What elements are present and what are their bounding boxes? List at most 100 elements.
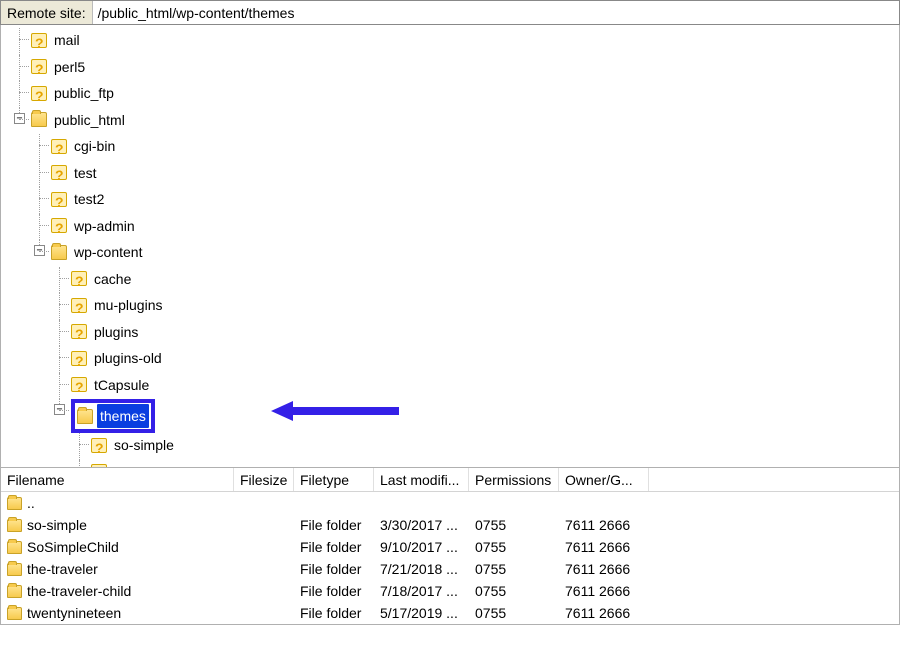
tree-item-tcapsule[interactable]: tCapsule xyxy=(71,373,152,397)
cell-owner: 7611 2666 xyxy=(559,561,649,577)
col-permissions[interactable]: Permissions xyxy=(469,468,559,491)
tree-item-label: mu-plugins xyxy=(91,293,165,317)
list-item[interactable]: the-traveler-child File folder7/18/2017 .… xyxy=(1,580,899,602)
unknown-icon xyxy=(71,324,87,339)
cell-type: File folder xyxy=(294,605,374,621)
tree-item-label: test2 xyxy=(71,187,107,211)
cell-type: File folder xyxy=(294,539,374,555)
folder-icon xyxy=(51,245,67,260)
tree-item-label: so-simple xyxy=(111,433,177,457)
list-item-label: twentynineteen xyxy=(27,605,121,621)
col-owner[interactable]: Owner/G... xyxy=(559,468,649,491)
tree-toggle[interactable]: − xyxy=(54,404,65,415)
tree-item-test2[interactable]: test2 xyxy=(51,187,107,211)
tree-item-test[interactable]: test xyxy=(51,161,100,185)
tree-item-label: wp-admin xyxy=(71,214,138,238)
address-label: Remote site: xyxy=(1,1,93,24)
tree-item-plugins[interactable]: plugins xyxy=(71,320,141,344)
tree-item-public_ftp[interactable]: public_ftp xyxy=(31,81,117,105)
unknown-icon xyxy=(71,271,87,286)
unknown-icon xyxy=(91,438,107,453)
folder-icon xyxy=(77,409,93,424)
col-filetype[interactable]: Filetype xyxy=(294,468,374,491)
cell-perm: 0755 xyxy=(469,539,559,555)
cell-modified: 7/21/2018 ... xyxy=(374,561,469,577)
tree-item-cache[interactable]: cache xyxy=(71,267,134,291)
tree-item-label: public_html xyxy=(51,108,128,132)
cell-owner: 7611 2666 xyxy=(559,539,649,555)
tree-item-label: wp-content xyxy=(71,240,145,264)
unknown-icon xyxy=(91,464,107,468)
unknown-icon xyxy=(51,139,67,154)
list-item[interactable]: the-traveler File folder7/21/2018 ...0755… xyxy=(1,558,899,580)
list-item-label: the-traveler-child xyxy=(27,583,131,599)
cell-perm: 0755 xyxy=(469,605,559,621)
tree-item-label: perl5 xyxy=(51,55,88,79)
list-item-label: .. xyxy=(27,495,35,511)
tree-item-sosimplechild[interactable]: SoSimpleChild xyxy=(91,460,209,469)
tree-item-perl5[interactable]: perl5 xyxy=(31,55,88,79)
address-bar: Remote site: /public_html/wp-content/the… xyxy=(0,0,900,25)
folder-icon xyxy=(7,497,22,510)
col-filename[interactable]: Filename xyxy=(1,468,234,491)
folder-icon xyxy=(31,112,47,127)
tree-item-wp-admin[interactable]: wp-admin xyxy=(51,214,138,238)
cell-owner: 7611 2666 xyxy=(559,605,649,621)
annotation-arrow-icon xyxy=(271,399,401,423)
address-path-input[interactable]: /public_html/wp-content/themes xyxy=(93,1,899,24)
tree-item-mail[interactable]: mail xyxy=(31,28,83,52)
cell-modified: 5/17/2019 ... xyxy=(374,605,469,621)
cell-type: File folder xyxy=(294,583,374,599)
highlight-box: themes xyxy=(71,399,155,433)
cell-type: File folder xyxy=(294,561,374,577)
cell-owner: 7611 2666 xyxy=(559,583,649,599)
folder-icon xyxy=(7,585,22,598)
unknown-icon xyxy=(31,59,47,74)
unknown-icon xyxy=(71,298,87,313)
tree-item-so-simple[interactable]: so-simple xyxy=(91,433,177,457)
tree-item-label: plugins-old xyxy=(91,346,165,370)
tree-item-label: public_ftp xyxy=(51,81,117,105)
list-item-label: the-traveler xyxy=(27,561,98,577)
list-item[interactable]: twentynineteen File folder5/17/2019 ...07… xyxy=(1,602,899,624)
tree-item-mu-plugins[interactable]: mu-plugins xyxy=(71,293,165,317)
cell-modified: 7/18/2017 ... xyxy=(374,583,469,599)
unknown-icon xyxy=(51,218,67,233)
cell-perm: 0755 xyxy=(469,583,559,599)
unknown-icon xyxy=(71,377,87,392)
tree-item-label: cache xyxy=(91,267,134,291)
tree-toggle[interactable]: − xyxy=(34,245,45,256)
cell-type: File folder xyxy=(294,517,374,533)
folder-icon xyxy=(7,563,22,576)
tree-item-label: cgi-bin xyxy=(71,134,118,158)
col-filesize[interactable]: Filesize xyxy=(234,468,294,491)
list-item[interactable]: so-simple File folder3/30/2017 ...0755761… xyxy=(1,514,899,536)
tree-item-plugins-old[interactable]: plugins-old xyxy=(71,346,165,370)
tree-item-public_html[interactable]: public_html xyxy=(31,108,128,132)
folder-icon xyxy=(7,607,22,620)
tree-item-themes[interactable]: themes xyxy=(71,399,155,433)
tree-item-label: mail xyxy=(51,28,83,52)
cell-modified: 3/30/2017 ... xyxy=(374,517,469,533)
tree-item-label: SoSimpleChild xyxy=(111,460,209,469)
tree-toggle[interactable]: − xyxy=(14,113,25,124)
list-item-label: so-simple xyxy=(27,517,87,533)
cell-perm: 0755 xyxy=(469,517,559,533)
unknown-icon xyxy=(51,192,67,207)
tree-item-wp-content[interactable]: wp-content xyxy=(51,240,145,264)
unknown-icon xyxy=(31,86,47,101)
tree-item-label: plugins xyxy=(91,320,141,344)
cell-perm: 0755 xyxy=(469,561,559,577)
folder-icon xyxy=(7,519,22,532)
tree-item-cgi-bin[interactable]: cgi-bin xyxy=(51,134,118,158)
list-item-parent[interactable]: .. xyxy=(1,492,899,514)
tree-item-label: test xyxy=(71,161,100,185)
cell-owner: 7611 2666 xyxy=(559,517,649,533)
tree-item-label: themes xyxy=(97,404,149,428)
col-modified[interactable]: Last modifi... xyxy=(374,468,469,491)
file-list-header: Filename Filesize Filetype Last modifi..… xyxy=(1,468,899,492)
unknown-icon xyxy=(31,33,47,48)
remote-file-list[interactable]: Filename Filesize Filetype Last modifi..… xyxy=(0,468,900,625)
list-item[interactable]: SoSimpleChildFile folder9/10/2017 ...075… xyxy=(1,536,899,558)
remote-tree-pane[interactable]: mail perl5public_ftp − public_htmlcgi-bin te… xyxy=(0,25,900,468)
